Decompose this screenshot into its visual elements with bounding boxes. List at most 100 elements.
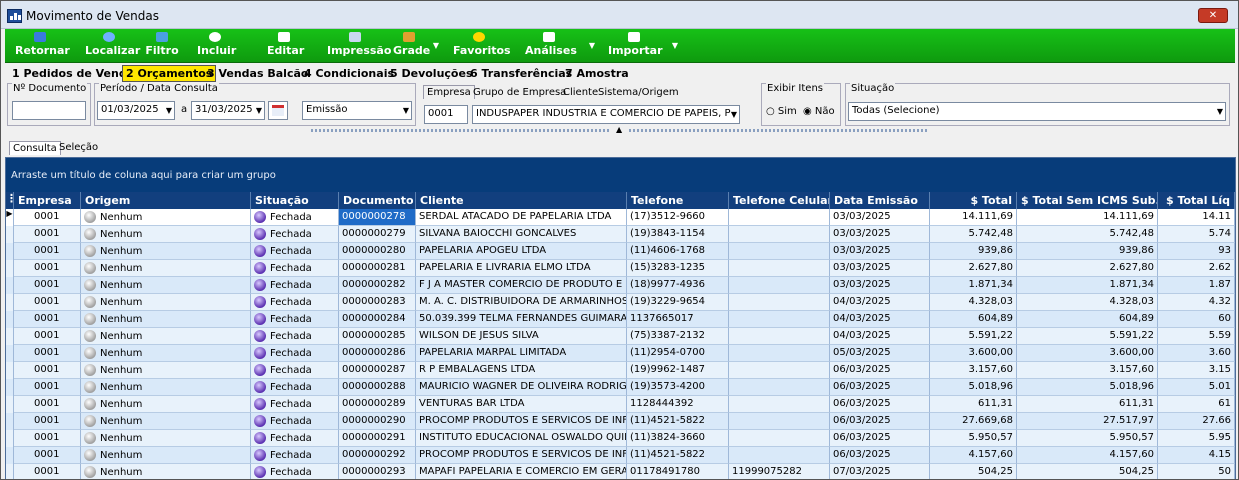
table-row[interactable]: 0001 Nenhum Fechada 0000000286 PAPELARIA MAR…	[6, 345, 1235, 362]
column-header-total-liquido[interactable]: $ Total Líq	[1158, 192, 1235, 209]
cell-total[interactable]: 2.627,80	[930, 260, 1017, 277]
cell-total[interactable]: 5.742,48	[930, 226, 1017, 243]
cell-situacao[interactable]: Fechada	[251, 345, 339, 362]
cell-telefone[interactable]: (19)3843-1154	[627, 226, 729, 243]
tab-orcamentos[interactable]: 2 Orçamentos	[122, 65, 217, 82]
cell-total-sem-icms[interactable]: 611,31	[1017, 396, 1158, 413]
cell-empresa[interactable]: 0001	[14, 243, 81, 260]
column-header-data-emissao[interactable]: Data Emissão	[830, 192, 930, 209]
cell-total-liquido[interactable]: 5.01	[1158, 379, 1235, 396]
cell-situacao[interactable]: Fechada	[251, 226, 339, 243]
cell-total[interactable]: 504,25	[930, 464, 1017, 479]
column-header-situacao[interactable]: Situação	[251, 192, 339, 209]
cell-total-liquido[interactable]: 27.66	[1158, 413, 1235, 430]
cell-empresa[interactable]: 0001	[14, 430, 81, 447]
cell-total[interactable]: 5.591,22	[930, 328, 1017, 345]
cell-telefone-celular[interactable]	[729, 328, 830, 345]
cell-total[interactable]: 3.600,00	[930, 345, 1017, 362]
chevron-down-icon[interactable]: ▼	[166, 106, 172, 115]
cell-origem[interactable]: Nenhum	[81, 345, 251, 362]
cell-situacao[interactable]: Fechada	[251, 277, 339, 294]
close-button[interactable]: ✕	[1198, 8, 1228, 23]
cell-empresa[interactable]: 0001	[14, 447, 81, 464]
situacao-select[interactable]: Todas (Selecione) ▼	[848, 102, 1226, 121]
table-row[interactable]: ▶ 0001 Nenhum Fechada 0000000278 SERDAL ATACA…	[6, 209, 1235, 226]
cell-documento[interactable]: 0000000293	[339, 464, 416, 479]
table-row[interactable]: 0001 Nenhum Fechada 0000000283 M. A. C. DIST…	[6, 294, 1235, 311]
cell-data-emissao[interactable]: 04/03/2025	[830, 294, 930, 311]
cell-data-emissao[interactable]: 06/03/2025	[830, 396, 930, 413]
cell-data-emissao[interactable]: 03/03/2025	[830, 243, 930, 260]
cell-telefone[interactable]: (11)4521-5822	[627, 447, 729, 464]
cell-total-sem-icms[interactable]: 604,89	[1017, 311, 1158, 328]
cell-total-liquido[interactable]: 50	[1158, 464, 1235, 479]
cell-telefone[interactable]: (11)2954-0700	[627, 345, 729, 362]
cell-situacao[interactable]: Fechada	[251, 328, 339, 345]
cell-telefone-celular[interactable]	[729, 209, 830, 226]
cell-telefone-celular[interactable]	[729, 243, 830, 260]
tab-amostra[interactable]: 7 Amostra	[562, 66, 632, 83]
impressao-button[interactable]: Impressão	[327, 31, 391, 61]
date-to-field[interactable]: 31/03/2025 ▼	[191, 101, 265, 120]
cell-data-emissao[interactable]: 06/03/2025	[830, 379, 930, 396]
cell-documento[interactable]: 0000000288	[339, 379, 416, 396]
cell-situacao[interactable]: Fechada	[251, 464, 339, 479]
cell-cliente[interactable]: VENTURAS BAR LTDA	[416, 396, 627, 413]
cell-telefone[interactable]: (75)3387-2132	[627, 328, 729, 345]
cell-data-emissao[interactable]: 06/03/2025	[830, 362, 930, 379]
cell-cliente[interactable]: PAPELARIA E LIVRARIA ELMO LTDA	[416, 260, 627, 277]
cell-cliente[interactable]: 50.039.399 TELMA FERNANDES GUIMARAES	[416, 311, 627, 328]
cell-total[interactable]: 5.018,96	[930, 379, 1017, 396]
cell-total-sem-icms[interactable]: 5.591,22	[1017, 328, 1158, 345]
cell-total[interactable]: 14.111,69	[930, 209, 1017, 226]
cell-telefone[interactable]: 1128444392	[627, 396, 729, 413]
chevron-down-icon[interactable]: ▼	[672, 41, 678, 50]
cell-total-liquido[interactable]: 3.15	[1158, 362, 1235, 379]
documento-input[interactable]	[12, 101, 86, 120]
cell-empresa[interactable]: 0001	[14, 226, 81, 243]
cell-origem[interactable]: Nenhum	[81, 379, 251, 396]
cell-cliente[interactable]: SERDAL ATACADO DE PAPELARIA LTDA	[416, 209, 627, 226]
favoritos-button[interactable]: Favoritos	[453, 31, 511, 61]
cell-total-sem-icms[interactable]: 939,86	[1017, 243, 1158, 260]
cell-documento[interactable]: 0000000292	[339, 447, 416, 464]
cell-documento[interactable]: 0000000291	[339, 430, 416, 447]
cell-documento[interactable]: 0000000289	[339, 396, 416, 413]
cell-cliente[interactable]: WILSON DE JESUS SILVA	[416, 328, 627, 345]
cell-cliente[interactable]: M. A. C. DISTRIBUIDORA DE ARMARINHOS L	[416, 294, 627, 311]
table-row[interactable]: 0001 Nenhum Fechada 0000000287 R P EMBALAGEN…	[6, 362, 1235, 379]
cell-origem[interactable]: Nenhum	[81, 328, 251, 345]
column-header-telefone-celular[interactable]: Telefone Celular	[729, 192, 830, 209]
cell-total-sem-icms[interactable]: 5.950,57	[1017, 430, 1158, 447]
empresa-select[interactable]: INDUSPAPER INDUSTRIA E COMERCIO DE PAPEI…	[472, 105, 740, 124]
cell-empresa[interactable]: 0001	[14, 345, 81, 362]
table-row[interactable]: 0001 Nenhum Fechada 0000000284 50.039.399 TE…	[6, 311, 1235, 328]
cell-telefone-celular[interactable]: 11999075282	[729, 464, 830, 479]
cell-empresa[interactable]: 0001	[14, 209, 81, 226]
cell-origem[interactable]: Nenhum	[81, 464, 251, 479]
cell-telefone[interactable]: (17)3512-9660	[627, 209, 729, 226]
cell-documento[interactable]: 0000000287	[339, 362, 416, 379]
cell-situacao[interactable]: Fechada	[251, 379, 339, 396]
analises-button[interactable]: Análises ▼	[525, 31, 595, 61]
cell-data-emissao[interactable]: 03/03/2025	[830, 260, 930, 277]
cell-telefone[interactable]: (11)4521-5822	[627, 413, 729, 430]
calendar-icon[interactable]	[268, 101, 288, 120]
cell-telefone[interactable]: 01178491780	[627, 464, 729, 479]
cell-total-liquido[interactable]: 93	[1158, 243, 1235, 260]
localizar-button[interactable]: Localizar	[85, 31, 140, 61]
cell-telefone[interactable]: (11)4606-1768	[627, 243, 729, 260]
cell-origem[interactable]: Nenhum	[81, 243, 251, 260]
cell-total-liquido[interactable]: 4.15	[1158, 447, 1235, 464]
cell-empresa[interactable]: 0001	[14, 413, 81, 430]
table-row[interactable]: 0001 Nenhum Fechada 0000000289 VENTURAS BAR …	[6, 396, 1235, 413]
cell-data-emissao[interactable]: 03/03/2025	[830, 209, 930, 226]
cell-cliente[interactable]: MAURICIO WAGNER DE OLIVEIRA RODRIGU	[416, 379, 627, 396]
cell-total-liquido[interactable]: 60	[1158, 311, 1235, 328]
cell-cliente[interactable]: SILVANA BAIOCCHI GONCALVES	[416, 226, 627, 243]
cell-origem[interactable]: Nenhum	[81, 413, 251, 430]
cell-telefone-celular[interactable]	[729, 379, 830, 396]
cell-telefone[interactable]: (15)3283-1235	[627, 260, 729, 277]
cell-telefone-celular[interactable]	[729, 362, 830, 379]
column-header-cliente[interactable]: Cliente	[416, 192, 627, 209]
